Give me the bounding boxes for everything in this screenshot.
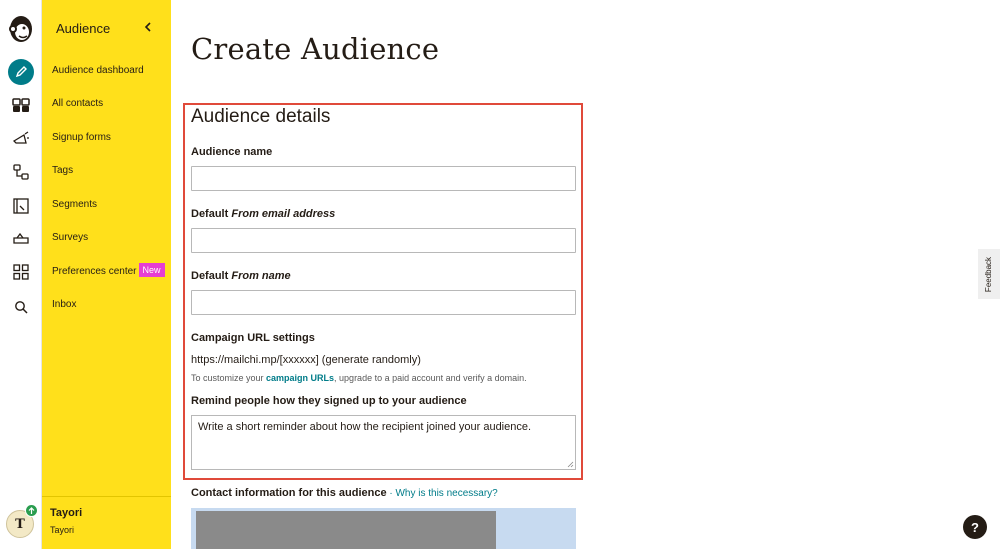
hint-text-after: , upgrade to a paid account and verify a… xyxy=(334,373,527,383)
contact-label-text: Contact information for this audience xyxy=(191,487,387,499)
automation-icon[interactable] xyxy=(0,157,42,187)
audience-name-input[interactable] xyxy=(191,166,576,191)
megaphone-icon[interactable] xyxy=(0,124,42,154)
search-icon[interactable] xyxy=(0,292,42,322)
campaign-url-value: https://mailchi.mp/[xxxxxx] (generate ra… xyxy=(191,354,421,366)
sidebar-item-audience-dashboard[interactable]: Audience dashboard xyxy=(52,63,144,79)
sidebar-item-label: Signup forms xyxy=(52,132,111,143)
reminder-text: Write a short reminder about how the rec… xyxy=(198,421,532,433)
hint-text-before: To customize your xyxy=(191,373,267,383)
audience-sidebar: Audience Audience dashboard All contacts… xyxy=(42,0,171,549)
mailchimp-logo-icon[interactable] xyxy=(0,10,42,48)
sidebar-item-label: Audience dashboard xyxy=(52,65,144,76)
sidebar-item-label: Surveys xyxy=(52,232,89,243)
from-name-label-prefix: Default xyxy=(191,270,232,282)
icon-rail xyxy=(0,0,42,549)
sidebar-item-inbox[interactable]: Inbox xyxy=(52,297,76,313)
page-title: Create Audience xyxy=(191,32,440,66)
sidebar-heading: Audience xyxy=(56,21,111,36)
campaign-urls-link[interactable]: campaign URLs xyxy=(266,373,334,383)
sidebar-item-label: Inbox xyxy=(52,299,77,310)
create-button[interactable] xyxy=(0,57,42,87)
online-status-icon xyxy=(25,504,38,517)
sidebar-item-label: All contacts xyxy=(52,98,104,109)
sidebar-item-all-contacts[interactable]: All contacts xyxy=(52,96,103,112)
reminder-label: Remind people how they signed up to your… xyxy=(191,395,467,407)
sidebar-item-preferences-center[interactable]: Preferences center New xyxy=(52,263,165,279)
campaign-url-label: Campaign URL settings xyxy=(191,332,315,344)
audience-name-label: Audience name xyxy=(191,146,273,158)
sidebar-item-surveys[interactable]: Surveys xyxy=(52,230,88,246)
help-button[interactable]: ? xyxy=(963,515,987,539)
audience-icon[interactable] xyxy=(0,90,42,120)
why-necessary-link[interactable]: Why is this necessary? xyxy=(395,488,497,499)
website-icon[interactable] xyxy=(0,191,42,221)
from-email-label: Default From email address xyxy=(191,208,335,220)
user-org: Tayori xyxy=(50,525,75,535)
sidebar-item-segments[interactable]: Segments xyxy=(52,197,97,213)
integrations-grid-icon[interactable] xyxy=(0,257,42,287)
reminder-textarea[interactable]: Write a short reminder about how the rec… xyxy=(191,415,576,470)
contact-info-placeholder xyxy=(196,511,496,549)
account-menu[interactable]: Tayori Tayori xyxy=(42,496,171,549)
sidebar-item-label: Preferences center xyxy=(52,266,137,277)
pencil-icon xyxy=(8,59,34,85)
contact-info-label: Contact information for this audience · … xyxy=(191,487,498,499)
user-name: Tayori xyxy=(50,507,83,519)
from-email-label-prefix: Default xyxy=(191,208,232,220)
sidebar-item-label: Segments xyxy=(52,199,98,210)
sidebar-item-label: Tags xyxy=(52,165,74,176)
resize-handle-icon[interactable] xyxy=(567,461,574,468)
from-name-input[interactable] xyxy=(191,290,576,315)
from-email-label-italic: From email address xyxy=(231,208,336,220)
from-name-label: Default From name xyxy=(191,270,291,282)
feedback-label: Feedback xyxy=(984,256,994,292)
sidebar-item-signup-forms[interactable]: Signup forms xyxy=(52,130,111,146)
sidebar-item-tags[interactable]: Tags xyxy=(52,163,73,179)
content-icon[interactable] xyxy=(0,224,42,254)
from-email-input[interactable] xyxy=(191,228,576,253)
campaign-url-hint: To customize your campaign URLs, upgrade… xyxy=(191,373,527,383)
feedback-tab[interactable]: Feedback xyxy=(978,249,1000,299)
from-name-label-italic: From name xyxy=(231,270,291,282)
new-badge: New xyxy=(138,263,165,277)
chevron-left-icon[interactable] xyxy=(141,18,155,36)
section-title: Audience details xyxy=(191,106,331,127)
